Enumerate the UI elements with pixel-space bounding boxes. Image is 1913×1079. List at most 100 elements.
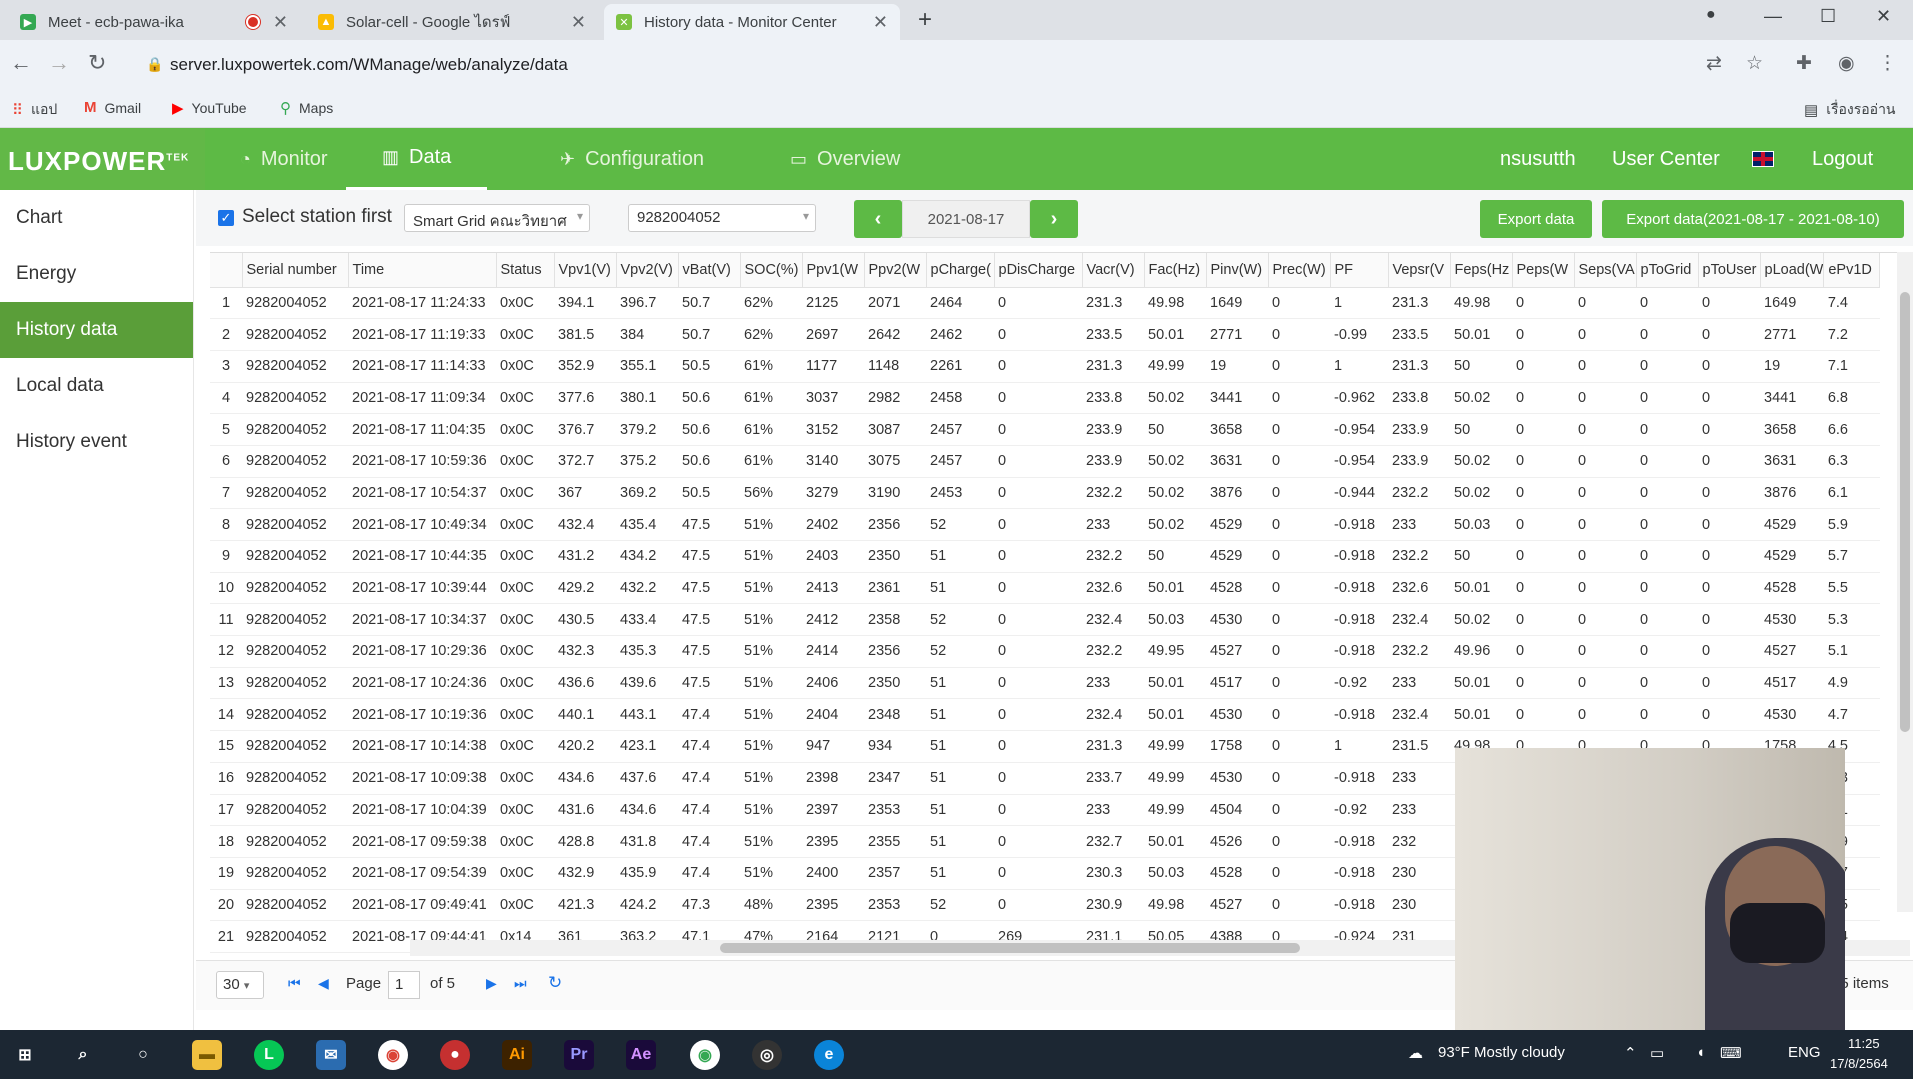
column-header[interactable]: Peps(W [1512,253,1575,288]
table-row[interactable]: 2 9282004052 2021-08-17 11:19:33 0x0C 381.5 3… [210,318,1880,351]
column-header[interactable] [210,253,243,288]
column-header[interactable]: Vacr(V) [1082,253,1145,288]
new-tab-button[interactable]: + [918,6,932,34]
windows-start-icon[interactable]: ⊞ [10,1040,40,1070]
column-header[interactable]: pToGrid [1636,253,1699,288]
menu-data[interactable]: ▥ Data [346,128,488,190]
column-header[interactable]: PF [1330,253,1389,288]
search-icon[interactable]: ⌕ [68,1040,98,1070]
next-page-icon[interactable]: ▶ [486,975,497,992]
menu-configuration[interactable]: ✈ Configuration [560,128,704,190]
maximize-button[interactable]: ☐ [1820,6,1836,27]
sidebar-item-history-event[interactable]: History event [0,414,193,470]
file-explorer-icon[interactable]: ▬ [192,1040,222,1070]
clock-date[interactable]: 17/8/2564 [1830,1056,1888,1071]
close-icon[interactable]: ✕ [873,12,888,33]
table-row[interactable]: 6 9282004052 2021-08-17 10:59:36 0x0C 372.7 3… [210,445,1880,478]
column-header[interactable]: vBat(V) [678,253,741,288]
reload-icon[interactable]: ↻ [88,50,106,76]
last-page-icon[interactable]: ⏭ [514,975,527,992]
back-icon[interactable]: ← [10,50,32,76]
column-header[interactable]: pCharge( [926,253,995,288]
table-row[interactable]: 8 9282004052 2021-08-17 10:49:34 0x0C 432.4 4… [210,508,1880,541]
station-select[interactable]: Smart Grid คณะวิทยาศ ▾ [404,204,590,232]
column-header[interactable]: pToUser [1698,253,1761,288]
page-input[interactable]: 1 [388,971,420,999]
table-row[interactable]: 5 9282004052 2021-08-17 11:04:35 0x0C 376.7 3… [210,413,1880,446]
clock-time[interactable]: 11:25 [1848,1036,1880,1051]
close-icon[interactable]: ✕ [273,12,288,33]
edge-icon[interactable]: e [814,1040,844,1070]
network-icon[interactable]: ▭ [1650,1044,1664,1062]
menu-overview[interactable]: ▭ Overview [790,128,900,190]
forward-icon[interactable]: → [48,50,70,76]
translate-icon[interactable]: ⇄ [1706,52,1722,75]
username[interactable]: nsusutth [1500,128,1576,190]
tab-history-data[interactable]: ✕ History data - Monitor Center ✕ [604,4,900,40]
prev-date-button[interactable]: ‹ [854,200,902,238]
column-header[interactable]: Vepsr(V [1388,253,1451,288]
bookmark-apps[interactable]: ⠿ แอป [12,99,57,121]
column-header[interactable]: ePv1D [1823,253,1881,288]
after-effects-icon[interactable]: Ae [626,1040,656,1070]
window-close-button[interactable]: ✕ [1876,6,1891,27]
menu-icon[interactable]: ⋮ [1878,52,1897,75]
premiere-icon[interactable]: Pr [564,1040,594,1070]
profile-dropdown-icon[interactable]: ● [1706,6,1716,24]
table-row[interactable]: 9 9282004052 2021-08-17 10:44:35 0x0C 431.2 4… [210,540,1880,573]
keyboard-icon[interactable]: ⌨ [1720,1044,1742,1062]
language-flag-icon[interactable] [1752,128,1774,190]
column-header[interactable]: Seps(VA [1574,253,1637,288]
language-indicator[interactable]: ENG [1788,1044,1821,1061]
column-header[interactable]: Fac(Hz) [1144,253,1207,288]
vertical-scrollbar[interactable] [1897,252,1913,912]
address-bar[interactable]: 🔒 server.luxpowertek.com/WManage/web/ana… [134,48,1694,82]
star-icon[interactable]: ☆ [1746,52,1763,75]
page-size-select[interactable]: 30 ▾ [216,971,264,999]
column-header[interactable]: pDisCharge [994,253,1083,288]
select-station-checkbox[interactable]: ✓ [218,210,234,226]
profile-avatar-icon[interactable]: ◉ [1838,52,1855,75]
table-row[interactable]: 10 9282004052 2021-08-17 10:39:44 0x0C 429.2… [210,572,1880,605]
prev-page-icon[interactable]: ◀ [318,975,329,992]
serial-select[interactable]: 9282004052 ▾ [628,204,816,232]
luxpower-logo[interactable]: LUXPOWERTEK [8,146,189,177]
menu-monitor[interactable]: ◔ Monitor [240,128,328,190]
extensions-icon[interactable]: ✚ [1796,52,1812,75]
table-row[interactable]: 3 9282004052 2021-08-17 11:14:33 0x0C 352.9 3… [210,350,1880,383]
column-header[interactable]: SOC(%) [740,253,803,288]
obs-icon[interactable]: ◎ [752,1040,782,1070]
column-header[interactable]: Time [348,253,497,288]
chrome-active-icon[interactable]: ◉ [690,1040,720,1070]
next-date-button[interactable]: › [1030,200,1078,238]
bookmark-maps[interactable]: ⚲ Maps [280,99,333,117]
tray-chevron-icon[interactable]: ⌃ [1624,1044,1637,1062]
export-data-button[interactable]: Export data [1480,200,1592,238]
column-header[interactable]: Ppv1(W [802,253,865,288]
minimize-button[interactable]: — [1764,6,1782,27]
scroll-thumb[interactable] [720,943,1300,953]
task-view-icon[interactable]: ○ [128,1040,158,1070]
user-center-link[interactable]: User Center [1612,128,1720,190]
sidebar-item-local-data[interactable]: Local data [0,358,193,414]
table-row[interactable]: 13 9282004052 2021-08-17 10:24:36 0x0C 436.6… [210,667,1880,700]
table-row[interactable]: 1 9282004052 2021-08-17 11:24:33 0x0C 394.1 3… [210,287,1880,320]
column-header[interactable]: Feps(Hz [1450,253,1513,288]
table-row[interactable]: 14 9282004052 2021-08-17 10:19:36 0x0C 440.1… [210,698,1880,732]
sidebar-item-energy[interactable]: Energy [0,246,193,302]
table-row[interactable]: 12 9282004052 2021-08-17 10:29:36 0x0C 432.3… [210,635,1880,668]
volume-icon[interactable]: ◖ [1696,1044,1705,1061]
export-range-button[interactable]: Export data(2021-08-17 - 2021-08-10) [1602,200,1904,238]
column-header[interactable]: Serial number [242,253,349,288]
illustrator-icon[interactable]: Ai [502,1040,532,1070]
mail-icon[interactable]: ✉ [316,1040,346,1070]
line-app-icon[interactable]: L [254,1040,284,1070]
table-row[interactable]: 7 9282004052 2021-08-17 10:54:37 0x0C 367 369… [210,477,1880,510]
logout-link[interactable]: Logout [1812,128,1873,190]
column-header[interactable]: Vpv2(V) [616,253,679,288]
column-header[interactable]: pLoad(W [1760,253,1825,288]
sidebar-item-history-data[interactable]: History data [0,302,193,358]
date-input[interactable]: 2021-08-17 [902,200,1030,238]
refresh-icon[interactable]: ↻ [548,973,562,993]
column-header[interactable]: Status [496,253,555,288]
